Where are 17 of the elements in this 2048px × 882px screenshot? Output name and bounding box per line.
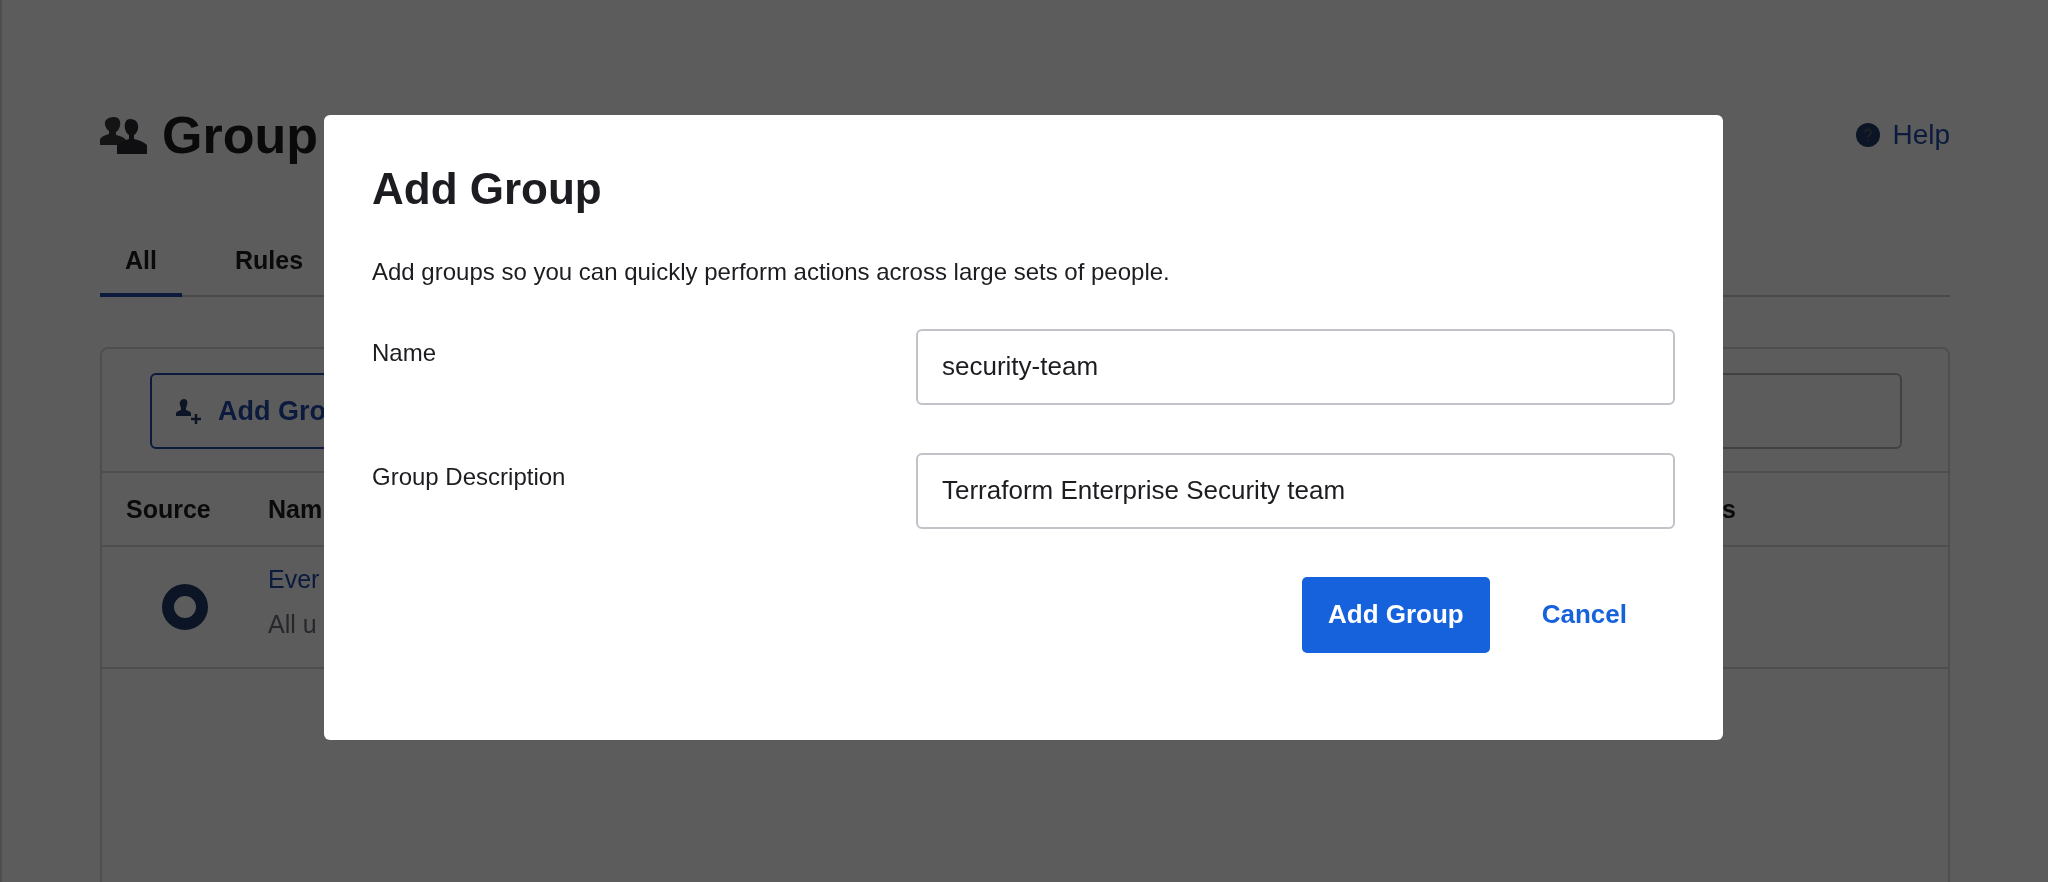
modal-title: Add Group	[372, 163, 603, 215]
input-field[interactable]: security-team	[916, 328, 1675, 405]
tab[interactable]: All	[100, 236, 182, 297]
tab[interactable]: Rules	[209, 236, 329, 297]
modal-description: Add groups so you can quickly perform actions across large sets of people.	[372, 257, 1171, 286]
column-header: Nam	[268, 494, 324, 524]
cancel-button[interactable]: Cancel	[1515, 589, 1653, 641]
field-label: Name	[372, 337, 438, 368]
input-field[interactable]: Terraform Enterprise Security team	[916, 452, 1675, 529]
group-icon	[100, 115, 148, 155]
ring-icon	[162, 584, 208, 630]
field-label: Group Description	[372, 461, 567, 492]
page-title: Group	[162, 105, 318, 165]
help-icon	[1856, 123, 1881, 147]
add-group-button[interactable]: Add Group	[1301, 576, 1490, 653]
column-header: Source	[126, 494, 212, 524]
column-header: s	[1722, 494, 1737, 524]
